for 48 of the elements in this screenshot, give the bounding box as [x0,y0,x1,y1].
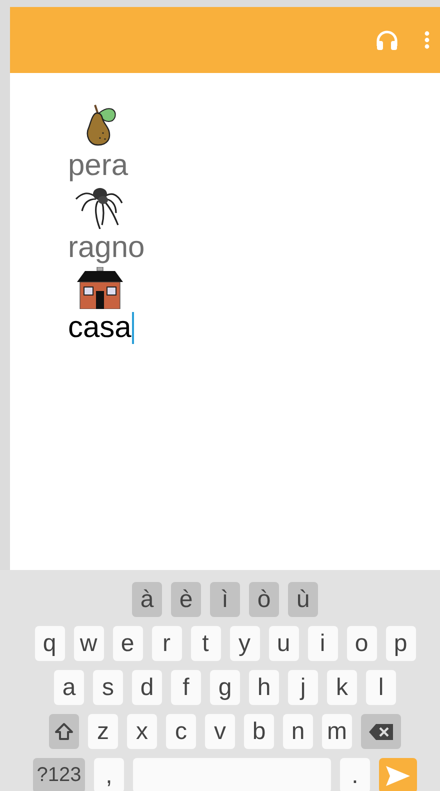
accent-key[interactable]: ò [249,582,279,617]
house-icon [77,267,123,309]
key[interactable]: r [152,626,182,661]
send-key[interactable] [379,758,417,791]
word-label: pera [68,148,128,184]
key[interactable]: , [94,758,124,791]
key[interactable]: d [132,670,162,705]
key[interactable]: o [346,626,376,661]
key[interactable]: h [249,670,279,705]
key[interactable]: b [244,714,274,749]
key[interactable]: t [190,626,220,661]
key[interactable]: j [288,670,318,705]
key[interactable]: n [283,714,313,749]
accent-key[interactable]: à [132,582,162,617]
key[interactable]: f [171,670,201,705]
text-cursor [132,312,134,344]
key[interactable]: q [34,626,64,661]
key[interactable]: v [205,714,235,749]
key[interactable]: e [112,626,142,661]
shift-arrow-icon [54,722,74,742]
key[interactable]: m [322,714,352,749]
key[interactable]: c [166,714,196,749]
key[interactable]: z [88,714,118,749]
key[interactable]: p [386,626,416,661]
word-label: ragno [68,230,145,266]
more-menu-icon[interactable] [424,31,430,49]
send-icon [385,764,411,786]
key[interactable]: g [210,670,240,705]
shift-key[interactable] [49,714,79,749]
key[interactable]: a [54,670,84,705]
key[interactable]: l [366,670,396,705]
key[interactable]: u [268,626,298,661]
key[interactable]: y [230,626,260,661]
backspace-icon [368,722,394,740]
accent-key[interactable]: ì [210,582,240,617]
space-key[interactable] [133,758,331,791]
key[interactable]: w [74,626,104,661]
key[interactable]: i [308,626,338,661]
key[interactable]: s [93,670,123,705]
backspace-key[interactable] [361,714,401,749]
word-label: casa [68,310,132,346]
symbols-key[interactable]: ?123 [33,758,85,791]
accent-key[interactable]: ù [288,582,318,617]
accent-key[interactable]: è [171,582,201,617]
key[interactable]: . [340,758,370,791]
key[interactable]: x [127,714,157,749]
headphones-icon[interactable] [376,30,398,50]
key[interactable]: k [327,670,357,705]
